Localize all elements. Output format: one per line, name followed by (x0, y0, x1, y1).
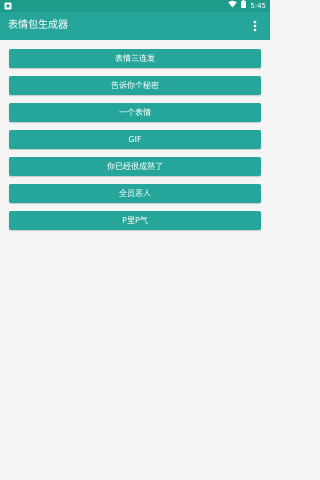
wifi-icon (228, 0, 238, 12)
battery-icon (241, 0, 247, 12)
notification-icon (4, 2, 12, 10)
status-bar: 5:45 (0, 0, 270, 12)
all-villains-button[interactable]: 全员恶人 (9, 184, 261, 203)
app-bar: 表情包生成器 (0, 12, 270, 40)
status-icons: 5:45 (228, 0, 266, 12)
p-style-button[interactable]: P里P气 (9, 211, 261, 230)
triple-emoji-button[interactable]: 表情三连发 (9, 49, 261, 68)
gif-button[interactable]: GIF (9, 130, 261, 149)
status-time: 5:45 (250, 2, 266, 10)
app-title: 表情包生成器 (8, 20, 68, 31)
more-options-button[interactable] (248, 19, 262, 33)
very-mature-button[interactable]: 你已经很成熟了 (9, 157, 261, 176)
main-content: 表情三连发 告诉你个秘密 一个表情 GIF 你已经很成熟了 全员恶人 P里P气 (0, 40, 270, 480)
tell-secret-button[interactable]: 告诉你个秘密 (9, 76, 261, 95)
single-emoji-button[interactable]: 一个表情 (9, 103, 261, 122)
more-vert-icon (253, 17, 257, 36)
